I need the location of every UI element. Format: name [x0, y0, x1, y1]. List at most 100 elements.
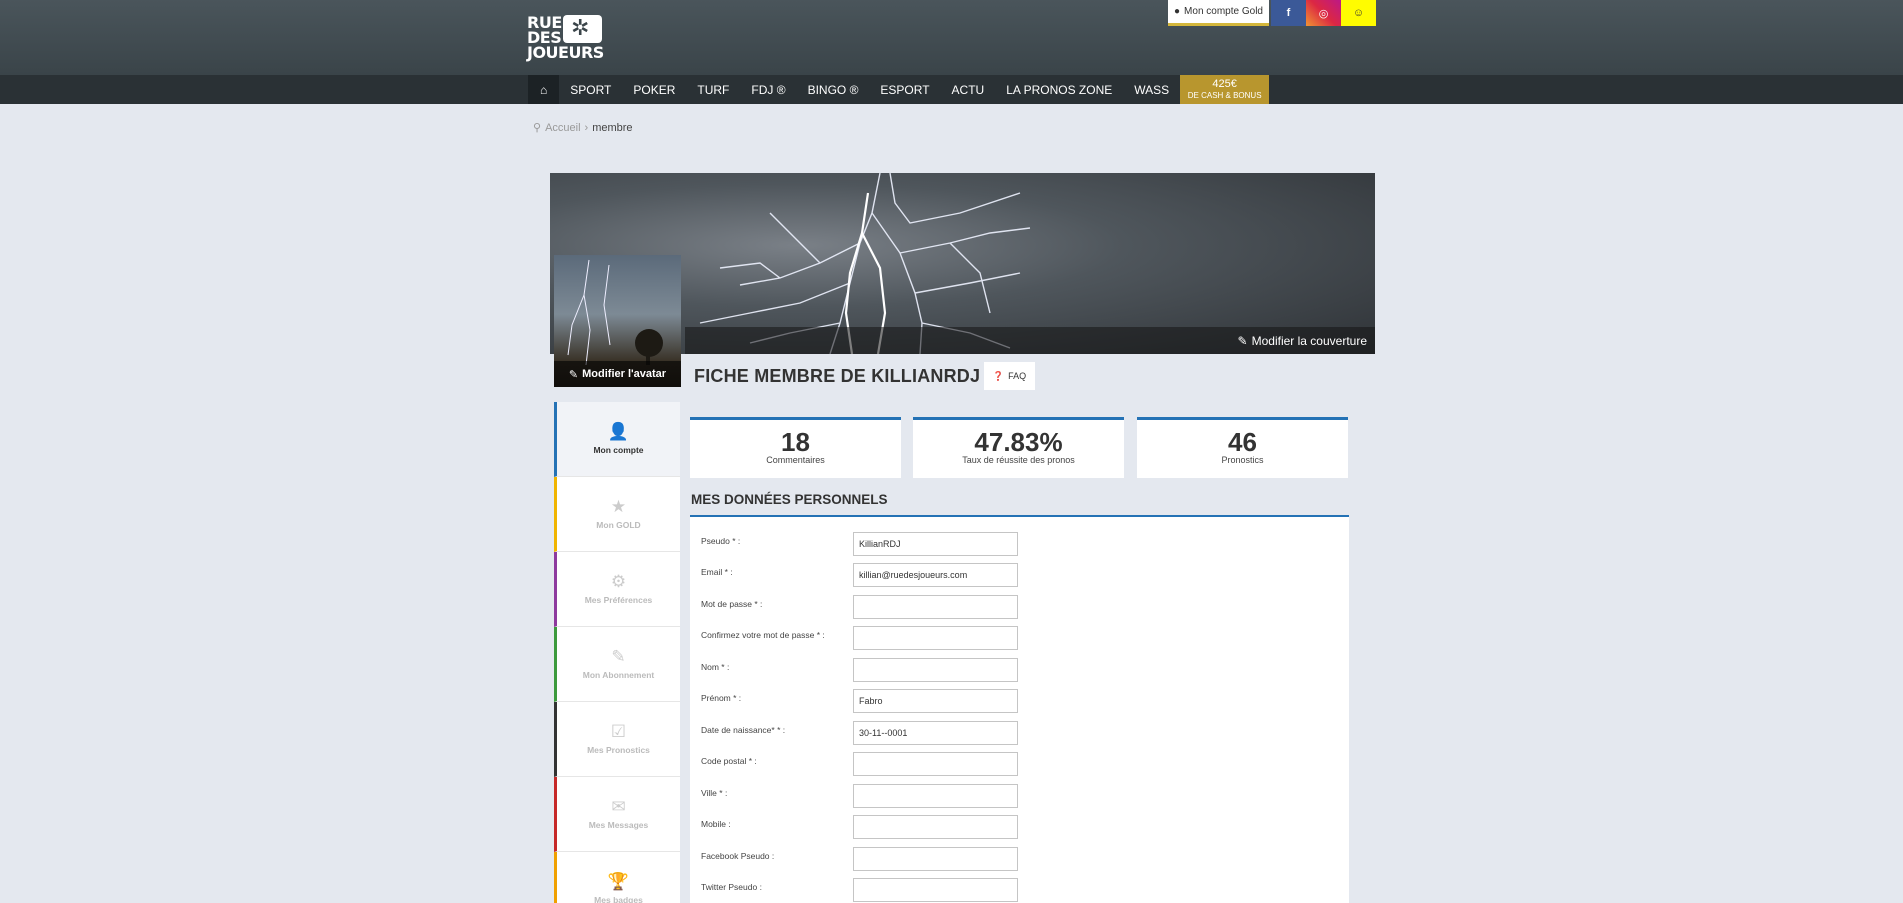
stat-value: 18 — [781, 427, 810, 457]
instagram-icon[interactable]: ◎ — [1306, 0, 1341, 26]
sidebar-item-label: Mon compte — [593, 445, 644, 455]
form-row-mobile: Mobile : — [701, 815, 1341, 839]
sidebar-item-label: Mes badges — [594, 895, 643, 903]
mobile-label: Mobile : — [701, 819, 731, 829]
edit-cover-button[interactable]: ✎ Modifier la couverture — [685, 327, 1375, 354]
email-input[interactable] — [853, 563, 1018, 587]
nom-input[interactable] — [853, 658, 1018, 682]
star-icon: ★ — [610, 497, 627, 516]
nav-sport[interactable]: SPORT — [559, 75, 622, 104]
pseudo-label: Pseudo * : — [701, 536, 741, 546]
password-confirm-input[interactable] — [853, 626, 1018, 650]
prenom-label: Prénom * : — [701, 693, 742, 703]
stat-card-success-rate: 47.83% Taux de réussite des pronos — [913, 417, 1124, 478]
edit-avatar-button[interactable]: ✎ Modifier l'avatar — [554, 361, 681, 387]
stat-label: Pronostics — [1221, 455, 1264, 465]
form-row-ville: Ville * : — [701, 784, 1341, 808]
breadcrumb-separator: › — [584, 121, 589, 134]
logo-line-3: JOUEURS — [527, 43, 604, 62]
pseudo-input[interactable] — [853, 532, 1018, 556]
nav-wass[interactable]: WASS — [1123, 75, 1180, 104]
sidebar-item-label: Mon GOLD — [596, 520, 641, 530]
ville-input[interactable] — [853, 784, 1018, 808]
birthdate-label: Date de naissance* * : — [701, 725, 786, 735]
sidebar-item-label: Mes Préférences — [584, 595, 653, 605]
sidebar-item-preferences[interactable]: ⚙ Mes Préférences — [554, 552, 680, 627]
nav-fdj[interactable]: FDJ ® — [740, 75, 796, 104]
account-sidebar: 👤 Mon compte ★ Mon GOLD ⚙ Mes Préférence… — [554, 402, 680, 903]
stat-card-pronostics: 46 Pronostics — [1137, 417, 1348, 478]
nav-actu[interactable]: ACTU — [941, 75, 996, 104]
home-icon[interactable]: ⌂ — [528, 75, 560, 104]
form-row-twitter: Twitter Pseudo : — [701, 878, 1341, 902]
promo-amount: 425€ — [1212, 77, 1237, 90]
user-icon: 👤 — [607, 422, 630, 441]
trophy-icon: 🏆 — [607, 872, 630, 891]
form-row-pseudo: Pseudo * : — [701, 532, 1341, 556]
sidebar-item-messages[interactable]: ✉ Mes Messages — [554, 777, 680, 852]
sidebar-item-label: Mon Abonnement — [582, 670, 655, 680]
header-bar — [0, 0, 1903, 75]
postal-code-input[interactable] — [853, 752, 1018, 776]
form-row-facebook: Facebook Pseudo : — [701, 847, 1341, 871]
breadcrumb-home-link[interactable]: Accueil — [545, 122, 580, 134]
prenom-input[interactable] — [853, 689, 1018, 713]
main-nav: ⌂ SPORT POKER TURF FDJ ® BINGO ® ESPORT … — [528, 75, 1270, 104]
nav-bingo[interactable]: BINGO ® — [797, 75, 870, 104]
gold-account-button[interactable]: ● Mon compte Gold — [1168, 0, 1269, 26]
section-title: MES DONNÉES PERSONNELS — [691, 492, 888, 507]
nav-turf[interactable]: TURF — [686, 75, 740, 104]
edit-cover-label: Modifier la couverture — [1251, 333, 1367, 348]
sidebar-item-mon-compte[interactable]: 👤 Mon compte — [554, 402, 680, 477]
logo-badge-icon: ✲ — [563, 15, 602, 43]
breadcrumb: ⚲ Accueil › membre — [533, 121, 633, 135]
user-icon: ● — [1174, 6, 1181, 17]
faq-button[interactable]: ❓ FAQ — [984, 362, 1035, 390]
pencil-icon: ✎ — [1237, 333, 1248, 348]
sidebar-item-pronostics[interactable]: ☑ Mes Pronostics — [554, 702, 680, 777]
stat-value: 46 — [1228, 427, 1257, 457]
form-row-email: Email * : — [701, 563, 1341, 587]
promo-subtitle: DE CASH & BONUS — [1187, 90, 1262, 100]
form-row-password: Mot de passe * : — [701, 595, 1341, 619]
postal-code-label: Code postal * : — [701, 756, 757, 766]
page-title: FICHE MEMBRE DE KILLIANRDJ — [694, 366, 981, 386]
stat-label: Commentaires — [766, 455, 825, 465]
sidebar-item-badges[interactable]: 🏆 Mes badges — [554, 852, 680, 903]
form-row-postal-code: Code postal * : — [701, 752, 1341, 776]
sidebar-item-abonnement[interactable]: ✎ Mon Abonnement — [554, 627, 680, 702]
edit-avatar-label: Modifier l'avatar — [582, 368, 667, 380]
nom-label: Nom * : — [701, 662, 730, 672]
form-row-password-confirm: Confirmez votre mot de passe * : — [701, 626, 1341, 650]
nav-poker[interactable]: POKER — [622, 75, 686, 104]
envelope-icon: ✉ — [611, 797, 626, 816]
gold-account-label: Mon compte Gold — [1184, 6, 1263, 17]
form-row-nom: Nom * : — [701, 658, 1341, 682]
facebook-icon[interactable]: f — [1271, 0, 1306, 26]
question-icon: ❓ — [992, 370, 1005, 381]
birthdate-input[interactable] — [853, 721, 1018, 745]
promo-bonus-button[interactable]: 425€ DE CASH & BONUS — [1180, 75, 1270, 104]
form-row-birthdate: Date de naissance* * : — [701, 721, 1341, 745]
facebook-input[interactable] — [853, 847, 1018, 871]
pencil-icon: ✎ — [568, 368, 579, 381]
sidebar-item-mon-gold[interactable]: ★ Mon GOLD — [554, 477, 680, 552]
location-pin-icon: ⚲ — [533, 122, 542, 134]
snapchat-icon[interactable]: ☺ — [1341, 0, 1376, 26]
twitter-input[interactable] — [853, 878, 1018, 902]
stat-label: Taux de réussite des pronos — [962, 455, 1075, 465]
password-input[interactable] — [853, 595, 1018, 619]
email-label: Email * : — [701, 567, 733, 577]
nav-esport[interactable]: ESPORT — [869, 75, 940, 104]
top-right-actions: ● Mon compte Gold f ◎ ☺ — [1168, 0, 1376, 26]
breadcrumb-current: membre — [592, 121, 633, 134]
stat-card-comments: 18 Commentaires — [690, 417, 901, 478]
checkbox-icon: ☑ — [610, 722, 627, 741]
stat-value: 47.83% — [974, 427, 1063, 457]
nav-pronos-zone[interactable]: LA PRONOS ZONE — [995, 75, 1123, 104]
faq-label: FAQ — [1008, 371, 1027, 381]
ville-label: Ville * : — [701, 788, 728, 798]
mobile-input[interactable] — [853, 815, 1018, 839]
gear-icon: ⚙ — [610, 572, 627, 591]
facebook-label: Facebook Pseudo : — [701, 851, 775, 861]
